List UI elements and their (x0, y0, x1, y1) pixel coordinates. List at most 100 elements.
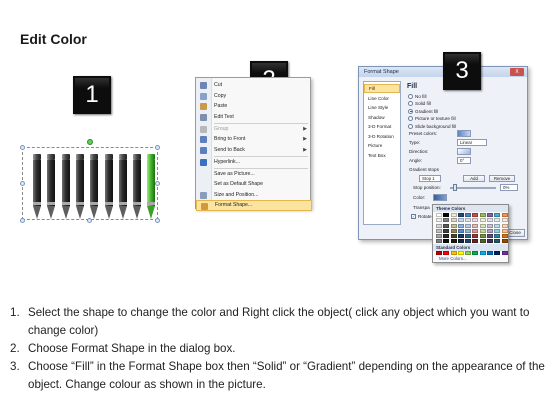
theme-color-swatch[interactable] (443, 223, 450, 228)
theme-color-swatch[interactable] (443, 234, 450, 239)
theme-color-swatch[interactable] (501, 218, 508, 223)
nav-item-line-style[interactable]: Line Style (364, 103, 400, 112)
theme-color-swatch[interactable] (487, 218, 494, 223)
theme-color-swatch[interactable] (472, 239, 479, 244)
theme-color-swatch[interactable] (436, 234, 442, 239)
theme-color-swatch[interactable] (465, 218, 472, 223)
standard-color-swatch[interactable] (436, 251, 442, 255)
theme-color-swatch[interactable] (465, 234, 472, 239)
theme-color-swatch[interactable] (494, 228, 501, 233)
standard-color-swatch[interactable] (465, 251, 472, 255)
radio-button[interactable] (408, 123, 413, 129)
radio-button[interactable] (408, 94, 413, 99)
menu-item-paste[interactable]: Paste (196, 101, 312, 112)
theme-color-swatch[interactable] (487, 239, 494, 244)
preset-colors-dropdown[interactable] (457, 130, 471, 137)
theme-color-swatch[interactable] (443, 213, 450, 217)
crayon-shape[interactable] (104, 154, 113, 221)
theme-color-swatch[interactable] (443, 218, 450, 223)
theme-color-swatch[interactable] (494, 234, 501, 239)
theme-color-swatch[interactable] (479, 228, 486, 233)
standard-color-swatch[interactable] (501, 251, 508, 255)
gradient-stop-dropdown[interactable]: Stop 1 (419, 175, 441, 182)
nav-item-3-d-format[interactable]: 3-D Format (364, 122, 400, 131)
stop-position-thumb[interactable] (453, 184, 457, 191)
radio-button[interactable] (408, 108, 413, 114)
crayon-shape[interactable] (90, 154, 99, 221)
theme-color-swatch[interactable] (457, 239, 464, 244)
crayon-shape[interactable] (147, 154, 156, 221)
theme-color-swatch[interactable] (501, 234, 508, 239)
theme-color-swatch[interactable] (436, 239, 442, 244)
standard-color-swatch[interactable] (443, 251, 450, 255)
theme-color-swatch[interactable] (450, 213, 457, 217)
theme-color-swatch[interactable] (465, 213, 472, 217)
crayon-shape[interactable] (47, 154, 56, 221)
rotation-handle[interactable] (87, 139, 93, 145)
theme-color-swatch[interactable] (479, 234, 486, 239)
theme-color-swatch[interactable] (501, 213, 508, 217)
theme-color-swatch[interactable] (487, 223, 494, 228)
standard-color-swatch[interactable] (472, 251, 479, 255)
menu-item-group[interactable]: Group ▶ (196, 124, 312, 135)
theme-color-swatch[interactable] (472, 223, 479, 228)
add-stop-button[interactable]: Add (463, 175, 485, 182)
theme-color-swatch[interactable] (494, 223, 501, 228)
theme-color-swatch[interactable] (450, 239, 457, 244)
theme-color-swatch[interactable] (494, 239, 501, 244)
theme-color-swatch[interactable] (457, 228, 464, 233)
nav-item-line-color[interactable]: Line Color (364, 94, 400, 103)
menu-item-copy[interactable]: Copy (196, 91, 312, 102)
menu-item-save-as-picture[interactable]: Save as Picture... (196, 169, 312, 180)
angle-input[interactable]: 0° (457, 157, 471, 164)
fill-option-no-fill[interactable]: No fill (407, 93, 427, 100)
fill-option-picture-or-texture-fill[interactable]: Picture or texture fill (407, 115, 456, 122)
crayon-shape[interactable] (61, 154, 70, 221)
theme-color-swatch[interactable] (465, 228, 472, 233)
crayon-shape[interactable] (133, 154, 142, 221)
theme-color-swatch[interactable] (472, 228, 479, 233)
theme-color-swatch[interactable] (501, 223, 508, 228)
nav-item-text-box[interactable]: Text Box (364, 151, 400, 160)
theme-color-swatch[interactable] (479, 239, 486, 244)
nav-item-3-d-rotation[interactable]: 3-D Rotation (364, 132, 400, 141)
dialog-close-button[interactable]: X (510, 68, 524, 76)
theme-color-swatch[interactable] (436, 213, 442, 217)
direction-dropdown[interactable] (457, 148, 471, 155)
resize-handle-left[interactable] (20, 181, 25, 186)
theme-color-swatch[interactable] (436, 223, 442, 228)
standard-color-swatch[interactable] (494, 251, 501, 255)
theme-color-swatch[interactable] (436, 228, 442, 233)
theme-color-swatch[interactable] (436, 218, 442, 223)
theme-color-swatch[interactable] (472, 234, 479, 239)
theme-color-swatch[interactable] (457, 234, 464, 239)
theme-color-swatch[interactable] (465, 239, 472, 244)
theme-color-swatch[interactable] (450, 234, 457, 239)
menu-item-set-as-default-shape[interactable]: Set as Default Shape (196, 179, 312, 190)
more-colors-link[interactable]: More Colors... (439, 256, 467, 261)
remove-stop-button[interactable]: Remove (489, 175, 515, 182)
theme-color-swatch[interactable] (450, 223, 457, 228)
theme-color-swatch[interactable] (457, 218, 464, 223)
menu-item-hyperlink[interactable]: Hyperlink... (196, 157, 312, 168)
fill-option-gradient-fill[interactable]: Gradient fill (407, 108, 438, 115)
theme-color-swatch[interactable] (487, 213, 494, 217)
theme-color-swatch[interactable] (479, 223, 486, 228)
crayon-shape[interactable] (33, 154, 41, 221)
menu-item-cut[interactable]: Cut (196, 80, 312, 91)
theme-color-swatch[interactable] (443, 239, 450, 244)
theme-color-swatch[interactable] (443, 228, 450, 233)
resize-handle-bottom-left[interactable] (20, 218, 25, 223)
theme-color-swatch[interactable] (501, 228, 508, 233)
type-dropdown[interactable]: Linear (457, 139, 487, 146)
nav-item-picture[interactable]: Picture (364, 141, 400, 150)
radio-button[interactable] (408, 116, 413, 122)
resize-handle-bottom-right[interactable] (155, 218, 160, 223)
color-dropdown[interactable] (433, 194, 447, 201)
fill-option-slide-background-fill[interactable]: Slide background fill (407, 123, 456, 130)
theme-color-swatch[interactable] (450, 218, 457, 223)
nav-item-shadow[interactable]: Shadow (364, 113, 400, 122)
crayon-shape[interactable] (118, 154, 127, 221)
fill-option-solid-fill[interactable]: Solid fill (407, 100, 431, 107)
theme-color-swatch[interactable] (457, 213, 464, 217)
